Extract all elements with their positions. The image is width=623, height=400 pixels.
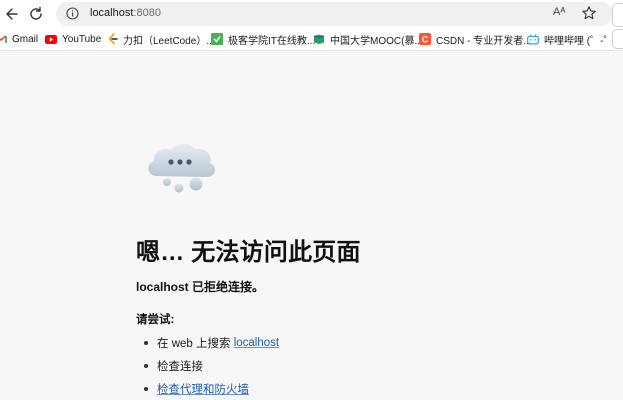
bilibili-icon: [527, 33, 539, 45]
bookmarks-overflow[interactable]: [612, 29, 623, 49]
mooc-icon: [313, 33, 325, 45]
bookmark-csdn[interactable]: C CSDN - 专业开发者...: [419, 32, 532, 47]
suggestion-text: 检查连接: [157, 361, 203, 373]
bookmark-leetcode[interactable]: 力扣（LeetCode）...: [106, 32, 215, 47]
suggestion-prefix: 在 web 上搜索: [157, 338, 234, 350]
url-port: :8080: [133, 7, 161, 19]
try-label: 请尝试:: [136, 314, 175, 326]
back-icon[interactable]: [0, 3, 22, 25]
bookmark-gmail[interactable]: Gmail: [0, 32, 38, 46]
cloud-error-icon: [143, 140, 219, 196]
youtube-icon: [45, 33, 57, 45]
leetcode-icon: [106, 33, 118, 45]
url-text[interactable]: localhost:8080: [90, 7, 161, 19]
error-title: 嗯… 无法访问此页面: [136, 239, 361, 266]
bookmark-youtube[interactable]: YouTube: [45, 32, 101, 46]
csdn-icon: C: [419, 33, 431, 45]
bookmark-bilibili[interactable]: 哔哩哔哩 (゜-゜)つ...: [527, 32, 623, 47]
bookmark-label: YouTube: [62, 33, 102, 45]
search-localhost-link[interactable]: localhost: [234, 337, 279, 349]
gmail-icon: [0, 33, 7, 45]
favorite-star-icon[interactable]: [581, 5, 597, 21]
suggestion-check-connection: 检查连接: [144, 358, 203, 374]
info-icon[interactable]: [66, 7, 79, 20]
url-host: localhost: [90, 7, 134, 19]
bookmark-label: 中国大学MOOC(慕...: [330, 35, 423, 47]
bookmark-label: 极客学院IT在线教...: [228, 35, 316, 47]
bookmark-label: 力扣（LeetCode）...: [123, 35, 215, 47]
svg-text:C: C: [422, 35, 429, 45]
browser-toolbar: localhost:8080 Aᴬ: [0, 0, 623, 27]
read-aloud-icon[interactable]: Aᴬ: [553, 6, 565, 18]
read-aloud-label: Aᴬ: [553, 6, 566, 18]
bullet: [144, 341, 148, 345]
address-bar[interactable]: localhost:8080 Aᴬ: [56, 2, 613, 26]
bookmark-label: Gmail: [12, 33, 39, 45]
bullet: [144, 387, 148, 391]
profile-button[interactable]: [612, 3, 623, 27]
bullet: [144, 364, 148, 368]
bookmark-mooc[interactable]: 中国大学MOOC(慕...: [313, 32, 423, 47]
check-proxy-firewall-link[interactable]: 检查代理和防火墙: [157, 381, 249, 397]
suggestion-proxy-firewall: 检查代理和防火墙: [144, 381, 249, 397]
bookmark-jikexueyuan[interactable]: 极客学院IT在线教...: [211, 32, 316, 47]
suggestion-search: 在 web 上搜索 localhost: [144, 335, 279, 351]
bookmark-label: CSDN - 专业开发者...: [436, 35, 532, 47]
jikexueyuan-icon: [211, 33, 223, 45]
bookmarks-bar: Gmail YouTube 力扣（LeetCode）... 极客学院IT在线教.…: [0, 27, 623, 51]
error-subtitle: localhost 已拒绝连接。: [136, 280, 265, 294]
refresh-icon[interactable]: [25, 3, 47, 25]
